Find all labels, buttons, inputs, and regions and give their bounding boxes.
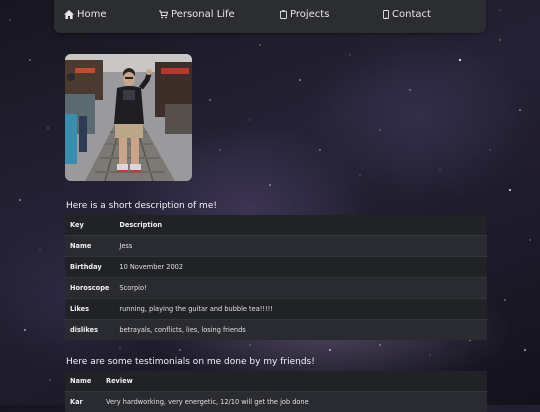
table-row: Kar Very hardworking, very energetic, 12… bbox=[65, 392, 487, 412]
row-key: Horoscope bbox=[65, 278, 114, 299]
clipboard-icon bbox=[280, 10, 287, 19]
testimonials-heading: Here are some testimonials on me done by… bbox=[66, 357, 315, 367]
table-row: dislikes betrayals, conflicts, lies, los… bbox=[65, 320, 487, 341]
review-column-header: Review bbox=[101, 371, 487, 392]
nav-personal-life[interactable]: Personal Life bbox=[159, 9, 235, 20]
description-column-header: Description bbox=[114, 215, 487, 236]
row-key: Likes bbox=[65, 299, 114, 320]
table-row: Birthday 10 November 2002 bbox=[65, 257, 487, 278]
nav-projects-label: Projects bbox=[290, 9, 329, 20]
nav-home-label: Home bbox=[77, 9, 107, 20]
row-key: Birthday bbox=[65, 257, 114, 278]
row-value: Jess bbox=[114, 236, 487, 257]
key-column-header: Key bbox=[65, 215, 114, 236]
profile-photo bbox=[65, 54, 192, 181]
nav-projects[interactable]: Projects bbox=[280, 9, 329, 20]
row-value: 10 November 2002 bbox=[114, 257, 487, 278]
nav-contact-label: Contact bbox=[392, 9, 431, 20]
description-heading: Here is a short description of me! bbox=[66, 201, 217, 211]
nav-personal-life-label: Personal Life bbox=[171, 9, 235, 20]
table-header-row: Key Description bbox=[65, 215, 487, 236]
row-key: dislikes bbox=[65, 320, 114, 341]
table-row: Name Jess bbox=[65, 236, 487, 257]
description-table: Key Description Name Jess Birthday 10 No… bbox=[65, 215, 487, 340]
row-key: Name bbox=[65, 236, 114, 257]
navbar: Home Personal Life Projects Contact bbox=[54, 0, 486, 33]
name-column-header: Name bbox=[65, 371, 101, 392]
row-value: betrayals, conflicts, lies, losing frien… bbox=[114, 320, 487, 341]
row-value: running, playing the guitar and bubble t… bbox=[114, 299, 487, 320]
cart-icon bbox=[159, 10, 168, 19]
table-header-row: Name Review bbox=[65, 371, 487, 392]
table-row: Horoscope Scorpio! bbox=[65, 278, 487, 299]
testimonial-name: Kar bbox=[65, 392, 101, 412]
table-row: Likes running, playing the guitar and bu… bbox=[65, 299, 487, 320]
phone-icon bbox=[383, 10, 389, 19]
row-value: Scorpio! bbox=[114, 278, 487, 299]
testimonial-review: Very hardworking, very energetic, 12/10 … bbox=[101, 392, 487, 412]
nav-home[interactable]: Home bbox=[64, 9, 107, 20]
testimonials-table: Name Review Kar Very hardworking, very e… bbox=[65, 371, 487, 412]
nav-contact[interactable]: Contact bbox=[383, 9, 431, 20]
home-icon bbox=[64, 10, 74, 19]
